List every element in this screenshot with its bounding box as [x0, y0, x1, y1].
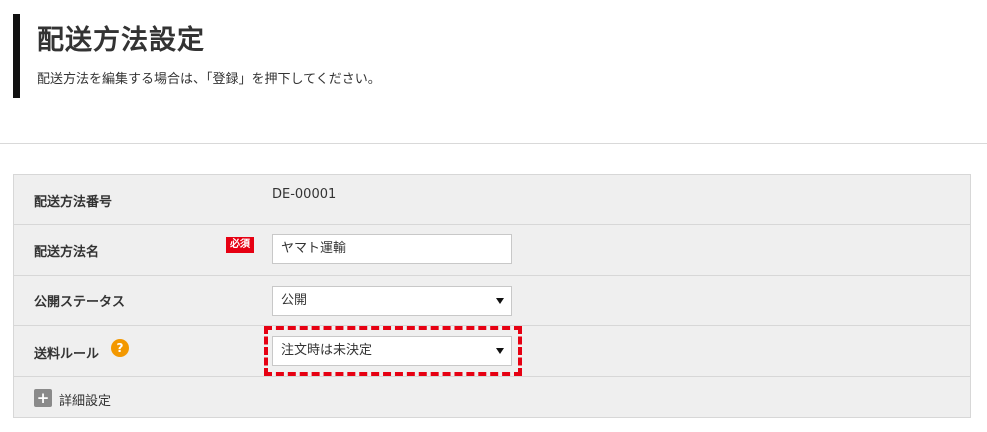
publish-status-selected-value: 公開 [281, 293, 308, 308]
plus-icon: + [34, 389, 52, 407]
page-description: 配送方法を編集する場合は、「登録」を押下してください。 [37, 72, 381, 87]
form-row-shipping-rule: 送料ルール ? 注文時は未決定 [14, 326, 970, 377]
help-icon[interactable]: ? [111, 339, 129, 357]
required-badge: 必須 [226, 237, 254, 253]
form-row-publish-status: 公開ステータス 公開 [14, 276, 970, 326]
page: 配送方法設定 配送方法を編集する場合は、「登録」を押下してください。 配送方法番… [0, 0, 987, 432]
chevron-down-icon [496, 348, 504, 354]
delivery-name-label: 配送方法名 [34, 245, 100, 260]
delivery-method-form: 配送方法番号 DE-00001 配送方法名 必須 ヤマト運輸 公開ステータス 公… [13, 174, 971, 418]
shipping-rule-selected-value: 注文時は未決定 [281, 343, 373, 358]
title-accent-bar [13, 14, 20, 98]
header-divider [0, 143, 987, 144]
detail-settings-label: 詳細設定 [59, 394, 112, 409]
form-row-delivery-id: 配送方法番号 DE-00001 [14, 175, 970, 225]
shipping-rule-label: 送料ルール [34, 347, 100, 362]
page-title: 配送方法設定 [37, 25, 205, 56]
delivery-id-value: DE-00001 [272, 187, 337, 202]
chevron-down-icon [496, 298, 504, 304]
publish-status-label: 公開ステータス [34, 295, 126, 310]
form-row-delivery-name: 配送方法名 必須 ヤマト運輸 [14, 225, 970, 276]
delivery-id-label: 配送方法番号 [34, 195, 113, 210]
delivery-name-input[interactable]: ヤマト運輸 [272, 234, 512, 264]
publish-status-select[interactable]: 公開 [272, 286, 512, 316]
shipping-rule-select[interactable]: 注文時は未決定 [272, 336, 512, 366]
